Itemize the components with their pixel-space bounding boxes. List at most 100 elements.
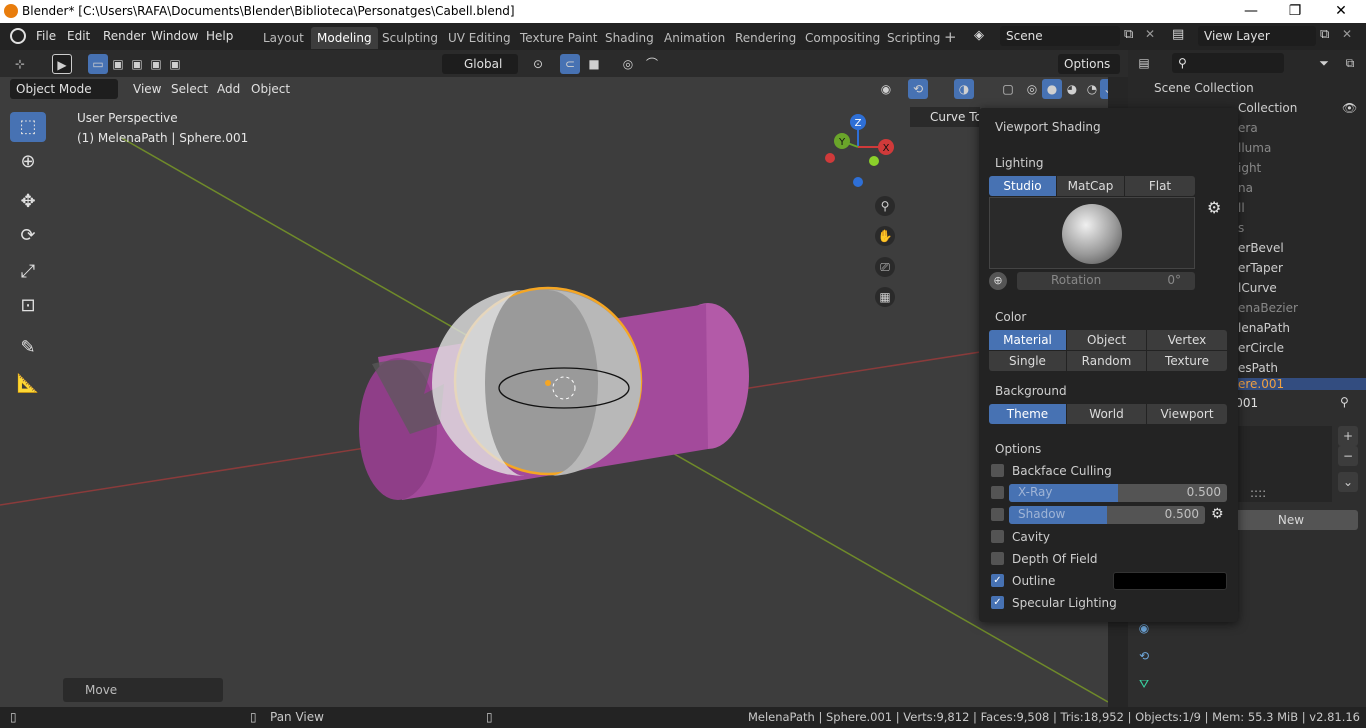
rotation-field[interactable]: Rotation 0° [1017,272,1195,290]
scale-tool-icon[interactable]: ⤢ [10,257,46,287]
view-layer-field[interactable]: View Layer [1198,26,1316,46]
tab-scripting[interactable]: Scripting [881,27,946,49]
visibility-icon[interactable]: ◉ [876,79,896,99]
outliner-search-input[interactable]: ⚲ [1172,53,1284,73]
move-tool-icon[interactable]: ✥ [10,187,46,217]
solid-shading-icon[interactable]: ● [1042,79,1062,99]
tab-layout[interactable]: Layout [257,27,310,49]
tab-shading[interactable]: Shading [599,27,660,49]
falloff-icon[interactable]: ⌒ [642,54,662,74]
eye-icon[interactable]: 👁 [1342,98,1357,118]
transform-orientation-dropdown[interactable]: Global [442,54,518,74]
add-slot-icon[interactable]: + [1338,426,1358,446]
wireframe-shading-icon[interactable]: ◎ [1022,79,1042,99]
remove-slot-icon[interactable]: − [1338,446,1358,466]
tab-rendering[interactable]: Rendering [729,27,802,49]
menu-object[interactable]: Object [245,79,296,99]
delete-scene-icon[interactable]: ✕ [1145,27,1155,41]
list-resize-handle[interactable]: :::: [1250,486,1266,500]
menu-view[interactable]: View [127,79,167,99]
3d-viewport[interactable]: Z X Y Object Mode View Select Add Object… [0,77,1108,707]
lighting-flat-button[interactable]: Flat [1125,176,1195,196]
scene-collection-row[interactable]: Scene Collection [1128,78,1366,98]
options-dropdown[interactable]: Options [1058,54,1120,74]
shadow-slider[interactable]: Shadow 0.500 [1009,506,1205,524]
overlays-toggle-icon[interactable]: ◑ [954,79,974,99]
editor-type-icon[interactable]: ⊹ [10,54,30,74]
xray-slider[interactable]: X-Ray 0.500 [1009,484,1227,502]
new-scene-icon[interactable]: ⧉ [1124,27,1133,42]
last-operator-panel[interactable]: Move [63,678,223,702]
color-vertex-button[interactable]: Vertex [1147,330,1227,350]
select-subtract-icon[interactable]: ▣ [127,54,147,74]
scene-selector-icon[interactable]: ◈ [974,28,984,43]
studio-light-preview[interactable] [989,197,1195,269]
menu-render[interactable]: Render [103,29,146,43]
new-material-button[interactable]: New [1224,510,1358,530]
pan-hand-icon[interactable]: ✋ [875,226,895,246]
backface-culling-checkbox[interactable] [991,464,1004,477]
menu-edit[interactable]: Edit [67,29,90,43]
tab-sculpting[interactable]: Sculpting [376,27,444,49]
select-invert-icon[interactable]: ▣ [146,54,166,74]
transform-tool-icon[interactable]: ⊡ [10,291,46,321]
rendered-shading-icon[interactable]: ◔ [1082,79,1102,99]
menu-add[interactable]: Add [211,79,246,99]
color-object-button[interactable]: Object [1067,330,1146,350]
color-random-button[interactable]: Random [1067,351,1146,371]
curve-tools-panel-tab[interactable]: Curve Tools [910,107,980,127]
tab-compositing[interactable]: Compositing [799,27,886,49]
menu-help[interactable]: Help [206,29,233,43]
menu-file[interactable]: File [36,29,56,43]
pivot-point-icon[interactable]: ⊙ [528,54,548,74]
gizmo-toggle-icon[interactable]: ⟲ [908,79,928,99]
delete-view-layer-icon[interactable]: ✕ [1342,27,1352,41]
new-collection-icon[interactable]: ⧉ [1340,53,1360,73]
data-tab-icon[interactable]: ⛛ [1134,674,1154,694]
slot-specials-icon[interactable]: ⌄ [1338,472,1358,492]
rotate-tool-icon[interactable]: ⟳ [10,221,46,251]
select-new-icon[interactable]: ▭ [88,54,108,74]
select-intersect-icon[interactable]: ▣ [165,54,185,74]
outline-checkbox[interactable]: ✓ [991,574,1004,587]
view-layer-icon[interactable]: ▤ [1172,27,1184,42]
preferences-gear-icon[interactable]: ⚙ [1207,198,1221,217]
add-workspace-icon[interactable]: + [944,28,957,46]
background-world-button[interactable]: World [1067,404,1146,424]
pin-icon[interactable]: ⚲ [1340,395,1349,409]
snap-target-icon[interactable]: ■ [584,54,604,74]
color-single-button[interactable]: Single [989,351,1066,371]
zoom-icon[interactable]: ⚲ [875,196,895,216]
material-slot-list[interactable] [1224,426,1332,502]
cursor-tool-icon[interactable]: ⊕ [10,147,46,177]
constraints-tab-icon[interactable]: ⟲ [1134,646,1154,666]
color-texture-button[interactable]: Texture [1147,351,1227,371]
maximize-button[interactable]: ❐ [1272,0,1318,23]
select-box-tool-icon[interactable]: ⬚ [10,112,46,142]
blender-menu-icon[interactable] [10,28,26,44]
object-mode-dropdown[interactable]: Object Mode [10,79,118,99]
depth-of-field-checkbox[interactable] [991,552,1004,565]
menu-window[interactable]: Window [151,29,198,43]
select-extend-icon[interactable]: ▣ [108,54,128,74]
outliner-display-mode-icon[interactable]: ▤ [1134,53,1154,73]
color-material-button[interactable]: Material [989,330,1066,350]
background-viewport-button[interactable]: Viewport [1147,404,1227,424]
shading-dropdown-icon[interactable]: ⌄ [1100,79,1108,99]
lighting-matcap-button[interactable]: MatCap [1057,176,1124,196]
snap-icon[interactable]: ⊂ [560,54,580,74]
annotate-tool-icon[interactable]: ✎ [10,333,46,363]
filter-icon[interactable]: ⏷ [1314,53,1334,73]
tab-animation[interactable]: Animation [658,27,731,49]
material-shading-icon[interactable]: ◕ [1062,79,1082,99]
lighting-studio-button[interactable]: Studio [989,176,1056,196]
xray-toggle-icon[interactable]: ▢ [998,79,1018,99]
shadow-settings-gear-icon[interactable]: ⚙ [1211,506,1224,522]
camera-view-icon[interactable]: ⎚ [875,257,895,277]
measure-tool-icon[interactable]: 📐 [10,369,46,399]
select-tool-icon[interactable]: ▶ [52,54,72,74]
cavity-checkbox[interactable] [991,530,1004,543]
scene-name-field[interactable]: Scene [1000,26,1120,46]
tab-modeling[interactable]: Modeling [311,27,378,49]
tab-uv-editing[interactable]: UV Editing [442,27,517,49]
